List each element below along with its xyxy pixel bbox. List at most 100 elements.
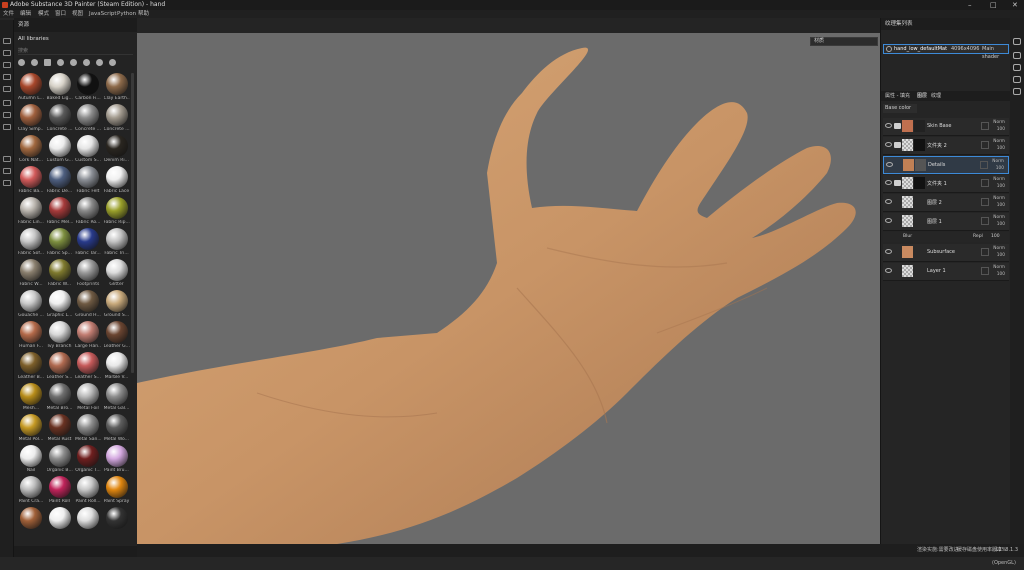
layer-checkbox[interactable] <box>981 198 989 206</box>
asset-item[interactable]: Paint Spray <box>104 476 130 507</box>
layers-icon[interactable] <box>3 156 11 162</box>
layer-checkbox[interactable] <box>980 161 988 169</box>
menu-javascript[interactable]: JavaScript <box>89 10 117 18</box>
close-button[interactable]: ✕ <box>1012 0 1018 10</box>
asset-item[interactable]: Metal Bro... <box>47 383 73 414</box>
asset-item[interactable]: Fabric Sof... <box>18 228 44 259</box>
layer-checkbox[interactable] <box>981 179 989 187</box>
asset-item[interactable] <box>104 507 130 538</box>
menu-window[interactable]: 窗口 <box>55 10 66 18</box>
save-icon[interactable] <box>3 180 11 186</box>
eye-icon[interactable] <box>885 268 892 273</box>
asset-item[interactable]: Leather B... <box>18 352 44 383</box>
asset-item[interactable] <box>47 507 73 538</box>
asset-item[interactable]: Concrete ... <box>75 104 101 135</box>
filter-material-icon[interactable] <box>44 59 51 66</box>
filter-effect-row[interactable]: Blur Repl 100 <box>883 232 1009 242</box>
asset-item[interactable]: Clay Earth... <box>104 73 130 104</box>
asset-item[interactable]: Concrete ... <box>104 104 130 135</box>
menu-view[interactable]: 视图 <box>72 10 83 18</box>
filter-environment-icon[interactable] <box>109 59 116 66</box>
dock-history-icon[interactable] <box>1013 76 1021 83</box>
asset-item[interactable]: Fabric W... <box>47 259 73 290</box>
eye-icon[interactable] <box>885 249 892 254</box>
filter-all-icon[interactable] <box>18 59 25 66</box>
assets-scrollbar[interactable] <box>131 73 134 373</box>
asset-item[interactable]: Paint Roll <box>47 476 73 507</box>
blend-mode-select[interactable]: Base color <box>883 104 917 113</box>
asset-item[interactable]: Fabric Ro... <box>75 197 101 228</box>
asset-item[interactable] <box>18 507 44 538</box>
layer-checkbox[interactable] <box>981 141 989 149</box>
filter-grunge-icon[interactable] <box>96 59 103 66</box>
asset-item[interactable]: Organic T... <box>75 445 101 476</box>
layer-blend[interactable]: Norm 100 <box>993 138 1005 152</box>
eye-icon[interactable] <box>885 123 892 128</box>
filter-alpha-icon[interactable] <box>70 59 77 66</box>
asset-item[interactable]: Custom S... <box>75 135 101 166</box>
tab-textures[interactable]: 纹理 <box>931 91 941 101</box>
layer-checkbox[interactable] <box>981 248 989 256</box>
polygon-fill-icon[interactable] <box>3 100 11 106</box>
menu-file[interactable]: 文件 <box>3 10 14 18</box>
asset-item[interactable]: Metal Foil <box>75 383 101 414</box>
layer-row[interactable]: 文件夹 2 Norm 100 <box>883 137 1009 155</box>
asset-item[interactable]: Nail <box>18 445 44 476</box>
asset-item[interactable]: Paint Cra... <box>18 476 44 507</box>
layer-row[interactable]: Skin Base Norm 100 <box>883 118 1009 136</box>
asset-item[interactable]: Fabric Tri... <box>104 228 130 259</box>
layer-row[interactable]: Details Norm 100 <box>883 156 1009 174</box>
eye-icon[interactable] <box>886 162 893 167</box>
asset-item[interactable]: Denim Ri... <box>104 135 130 166</box>
dock-settings-icon[interactable] <box>1013 38 1021 45</box>
layer-blend[interactable]: Norm 100 <box>993 245 1005 259</box>
asset-item[interactable]: Ground H... <box>75 290 101 321</box>
layer-checkbox[interactable] <box>981 122 989 130</box>
smudge-tool-icon[interactable] <box>3 86 11 92</box>
asset-item[interactable]: Autumn L... <box>18 73 44 104</box>
paint-tool-icon[interactable] <box>3 38 11 44</box>
layer-blend[interactable]: Norm 100 <box>993 176 1005 190</box>
layer-row[interactable]: 文件夹 1 Norm 100 <box>883 175 1009 193</box>
asset-item[interactable]: Graphic L... <box>47 290 73 321</box>
asset-item[interactable]: Metal Pol... <box>18 414 44 445</box>
assets-search[interactable]: 搜索 <box>18 47 133 55</box>
library-path[interactable]: All libraries <box>18 36 49 42</box>
asset-item[interactable]: Human F... <box>18 321 44 352</box>
asset-item[interactable]: Custom G... <box>47 135 73 166</box>
asset-item[interactable]: Footprints <box>75 259 101 290</box>
asset-item[interactable]: Baked Lig... <box>47 73 73 104</box>
filter-procedural-icon[interactable] <box>83 59 90 66</box>
tab-properties[interactable]: 属性 - 填充 <box>885 91 910 101</box>
layer-blend[interactable]: Norm 100 <box>993 195 1005 209</box>
projection-tool-icon[interactable] <box>3 62 11 68</box>
asset-item[interactable]: Carbon Fi... <box>75 73 101 104</box>
asset-item[interactable]: Fabric Lace <box>104 166 130 197</box>
menu-python[interactable]: Python <box>117 10 136 18</box>
menu-help[interactable]: 帮助 <box>138 10 149 18</box>
asset-item[interactable]: Ivy Branch <box>47 321 73 352</box>
asset-item[interactable]: Organic B... <box>47 445 73 476</box>
asset-item[interactable]: Fabric Ba... <box>18 166 44 197</box>
asset-item[interactable]: Glitter <box>104 259 130 290</box>
asset-item[interactable]: Paint Roll... <box>75 476 101 507</box>
asset-item[interactable]: Fabric Tar... <box>75 228 101 259</box>
layer-blend[interactable]: Norm 100 <box>992 158 1004 172</box>
asset-item[interactable]: Metal Gal... <box>104 383 130 414</box>
asset-item[interactable]: Metal Rust <box>47 414 73 445</box>
eraser-tool-icon[interactable] <box>3 50 11 56</box>
3d-viewport[interactable] <box>137 33 880 544</box>
asset-item[interactable]: Leather S... <box>75 352 101 383</box>
asset-item[interactable]: Fabric Mel... <box>47 197 73 228</box>
dock-log-icon[interactable] <box>1013 88 1021 95</box>
clone-tool-icon[interactable] <box>3 74 11 80</box>
asset-item[interactable]: Gouache ... <box>18 290 44 321</box>
filter-mask-icon[interactable] <box>57 59 64 66</box>
dock-display-icon[interactable] <box>1013 52 1021 59</box>
tab-layers[interactable]: 图层 <box>917 91 927 101</box>
texture-set-row[interactable]: hand_low_defaultMat 4096x4096 Main shade… <box>883 44 1009 60</box>
bake-icon[interactable] <box>3 124 11 130</box>
layer-row[interactable]: 图层 2 Norm 100 <box>883 194 1009 212</box>
asset-item[interactable]: Concrete ... <box>47 104 73 135</box>
asset-item[interactable] <box>75 507 101 538</box>
